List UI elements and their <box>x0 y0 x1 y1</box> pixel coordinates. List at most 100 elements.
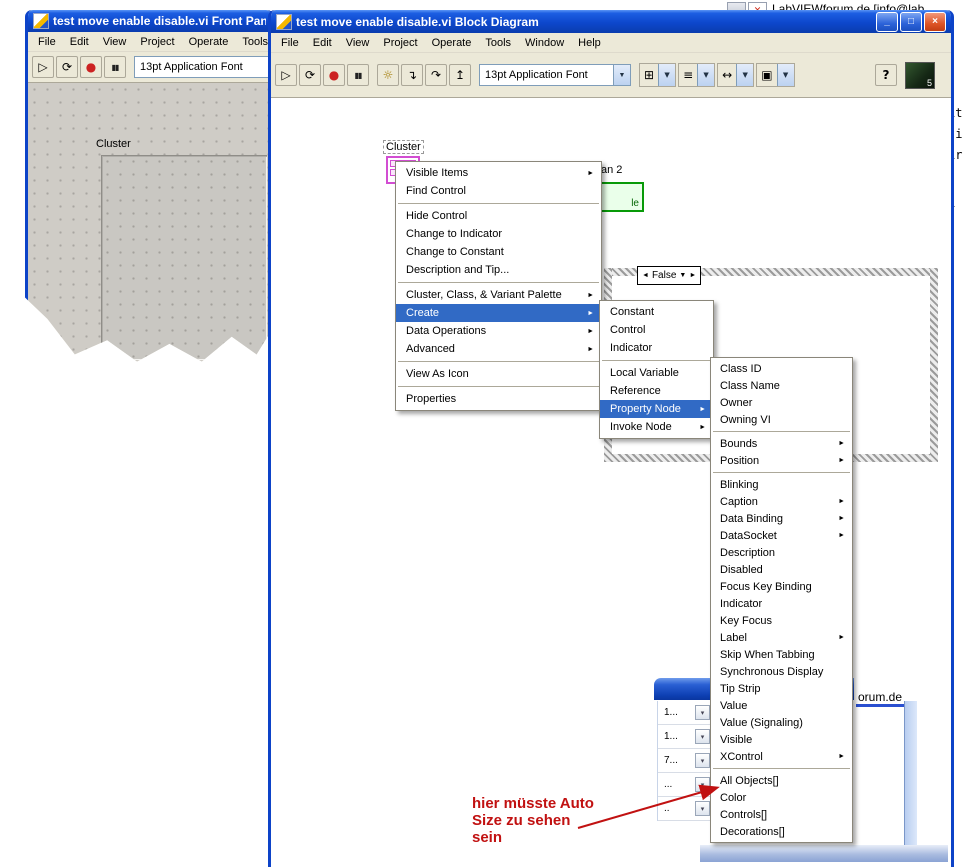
font-selector[interactable]: 13pt Application Font ▼ <box>134 56 271 78</box>
menu-item[interactable]: Advanced ► <box>396 340 601 358</box>
menu-item[interactable]: Indicator ► <box>600 339 713 357</box>
menu-item[interactable]: Properties ► <box>396 390 601 408</box>
menubar-item[interactable]: Tools <box>235 34 271 50</box>
case-selector[interactable]: ◄ False ▼ ► <box>637 266 702 285</box>
cluster-container[interactable] <box>101 155 267 360</box>
menu-item[interactable]: Value (Signaling) ► <box>711 714 852 731</box>
help-button[interactable]: ? <box>875 64 897 86</box>
menu-item[interactable]: Description ► <box>711 544 852 561</box>
menu-item[interactable]: Visible ► <box>711 731 852 748</box>
chevron-down-icon[interactable]: ▼ <box>679 272 686 279</box>
menu-item[interactable]: Cluster, Class, & Variant Palette ► <box>396 286 601 304</box>
filter-dropdown-button[interactable]: ▾ <box>695 705 710 720</box>
menubar-item[interactable]: Window <box>518 35 571 51</box>
menu-item[interactable]: Label ► <box>711 629 852 646</box>
font-selector[interactable]: 13pt Application Font ▼ <box>479 64 631 86</box>
filter-dropdown-button[interactable]: ▾ <box>695 753 710 768</box>
menu-item[interactable]: View As Icon ► <box>396 365 601 383</box>
resize-objects-dropdown[interactable]: ↔ ▼ <box>717 63 755 87</box>
menu-separator <box>398 361 599 362</box>
distribute-objects-dropdown[interactable]: ≡ ▼ <box>678 63 716 87</box>
menu-item[interactable]: Class Name ► <box>711 377 852 394</box>
menu-item[interactable]: Position ► <box>711 452 852 469</box>
menu-item[interactable]: Data Binding ► <box>711 510 852 527</box>
menu-item[interactable]: Property Node ► <box>600 400 713 418</box>
menubar-item[interactable]: Project <box>133 34 181 50</box>
menubar-item[interactable]: Help <box>571 35 608 51</box>
menu-item-label: Blinking <box>720 478 759 491</box>
menu-item[interactable]: Synchronous Display ► <box>711 663 852 680</box>
vi-icon[interactable]: 5 <box>905 61 935 89</box>
block-diagram-titlebar[interactable]: test move enable disable.vi Block Diagra… <box>271 10 951 33</box>
menu-item[interactable]: Description and Tip... ► <box>396 261 601 279</box>
menu-item[interactable]: Tip Strip ► <box>711 680 852 697</box>
menu-item[interactable]: Control ► <box>600 321 713 339</box>
run-button[interactable]: ▷ <box>275 64 297 86</box>
menu-item[interactable]: Change to Constant ► <box>396 243 601 261</box>
menu-item[interactable]: Data Operations ► <box>396 322 601 340</box>
menu-item[interactable]: Owning VI ► <box>711 411 852 428</box>
link-fragment[interactable]: orum.de <box>858 690 902 704</box>
menu-item[interactable]: Local Variable ► <box>600 364 713 382</box>
step-into-button[interactable]: ↴ <box>401 64 423 86</box>
menu-item[interactable]: Class ID ► <box>711 360 852 377</box>
menu-item[interactable]: Bounds ► <box>711 435 852 452</box>
pause-button[interactable]: ▮▮ <box>347 64 369 86</box>
menubar-item[interactable]: Tools <box>478 35 518 51</box>
align-objects-dropdown[interactable]: ⊞ ▼ <box>639 63 677 87</box>
menu-item[interactable]: Focus Key Binding ► <box>711 578 852 595</box>
menu-item[interactable]: Blinking ► <box>711 476 852 493</box>
menubar-item[interactable]: View <box>96 34 134 50</box>
menu-item[interactable]: Value ► <box>711 697 852 714</box>
filter-dropdown-button[interactable]: ▾ <box>695 729 710 744</box>
menu-item[interactable]: Indicator ► <box>711 595 852 612</box>
menu-item[interactable]: Invoke Node ► <box>600 418 713 436</box>
menubar-item[interactable]: View <box>339 35 377 51</box>
menu-item[interactable]: Hide Control ► <box>396 207 601 225</box>
menu-item[interactable]: Skip When Tabbing ► <box>711 646 852 663</box>
maximize-button[interactable]: □ <box>900 11 922 32</box>
menu-item[interactable]: All Objects[] ► <box>711 772 852 789</box>
menubar-item[interactable]: Edit <box>63 34 96 50</box>
menu-item[interactable]: Find Control ► <box>396 182 601 200</box>
menubar-item[interactable]: Edit <box>306 35 339 51</box>
step-over-button[interactable]: ↷ <box>425 64 447 86</box>
menu-item[interactable]: Create ► <box>396 304 601 322</box>
menu-item[interactable]: XControl ► <box>711 748 852 765</box>
menu-item[interactable]: Constant ► <box>600 303 713 321</box>
menu-item[interactable]: Reference ► <box>600 382 713 400</box>
menu-item[interactable]: Owner ► <box>711 394 852 411</box>
menubar-item[interactable]: File <box>31 34 63 50</box>
front-panel-titlebar[interactable]: test move enable disable.vi Front Panel <box>28 10 271 32</box>
pause-button[interactable]: ▮▮ <box>104 56 126 78</box>
minimize-button[interactable]: _ <box>876 11 898 32</box>
case-next-icon[interactable]: ► <box>689 272 696 279</box>
filter-dropdown-button[interactable]: ▾ <box>695 801 710 816</box>
menu-item[interactable]: DataSocket ► <box>711 527 852 544</box>
menubar-item[interactable]: File <box>274 35 306 51</box>
run-continuous-button[interactable]: ⟳ <box>56 56 78 78</box>
menubar-item[interactable]: Operate <box>182 34 236 50</box>
filter-dropdown-button[interactable]: ▾ <box>695 777 710 792</box>
menu-item[interactable]: Change to Indicator ► <box>396 225 601 243</box>
boolean-constant-fragment[interactable]: le <box>600 182 644 212</box>
menu-item[interactable]: Decorations[] ► <box>711 823 852 840</box>
menu-separator <box>398 203 599 204</box>
run-continuous-button[interactable]: ⟳ <box>299 64 321 86</box>
close-button[interactable]: × <box>924 11 946 32</box>
menu-item[interactable]: Visible Items ► <box>396 164 601 182</box>
menu-item[interactable]: Key Focus ► <box>711 612 852 629</box>
abort-button[interactable]: ● <box>323 64 345 86</box>
menu-item[interactable]: Disabled ► <box>711 561 852 578</box>
menubar-item[interactable]: Operate <box>425 35 479 51</box>
menu-item[interactable]: Color ► <box>711 789 852 806</box>
step-out-button[interactable]: ↥ <box>449 64 471 86</box>
menu-item[interactable]: Controls[] ► <box>711 806 852 823</box>
abort-button[interactable]: ● <box>80 56 102 78</box>
reorder-dropdown[interactable]: ▣ ▼ <box>756 63 795 87</box>
menu-item[interactable]: Caption ► <box>711 493 852 510</box>
case-prev-icon[interactable]: ◄ <box>642 272 649 279</box>
menubar-item[interactable]: Project <box>376 35 424 51</box>
highlight-execution-button[interactable]: ☼ <box>377 64 399 86</box>
run-button[interactable]: ▷ <box>32 56 54 78</box>
